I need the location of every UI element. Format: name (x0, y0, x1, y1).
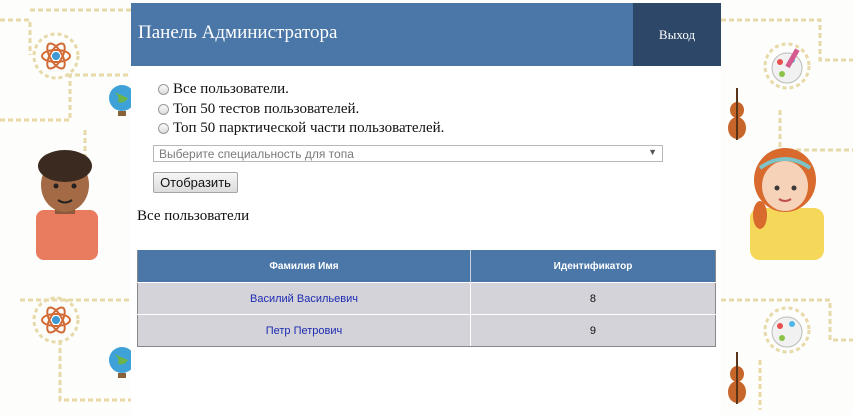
violin-icon-bottom (728, 352, 746, 404)
radio-top-practical[interactable]: Топ 50 парктической части пользователей. (158, 119, 444, 139)
table-header-row: Фамилия Имя Идентификатор (137, 250, 716, 283)
atom-icon-bottom (32, 296, 80, 344)
column-header-id[interactable]: Идентификатор (470, 250, 716, 283)
section-title: Все пользователи (137, 208, 250, 224)
specialty-select[interactable]: Выберите специальность для топа ▼ (153, 145, 663, 162)
violin-icon (728, 88, 746, 140)
radio-label: Все пользователи. (173, 81, 289, 98)
radio-button[interactable] (158, 123, 169, 135)
admin-header: Панель Администратора Выход (131, 3, 721, 66)
radio-label: Топ 50 парктической части пользователей. (173, 120, 445, 137)
user-name-link[interactable]: Василий Васильевич (137, 282, 471, 315)
boy-illustration (36, 150, 98, 260)
page-title: Панель Администратора (138, 22, 338, 43)
palette-icon-bottom (763, 306, 811, 354)
table-row: Петр Петрович 9 (137, 314, 716, 347)
user-id-cell: 8 (470, 282, 716, 315)
radio-label: Топ 50 тестов пользователей. (173, 100, 360, 117)
users-table: Фамилия Имя Идентификатор Василий Василь… (137, 250, 716, 347)
column-header-name[interactable]: Фамилия Имя (137, 250, 471, 283)
show-button[interactable]: Отобразить (153, 172, 238, 193)
filter-radio-group: Все пользователи. Топ 50 тестов пользова… (158, 80, 444, 139)
logout-button[interactable]: Выход (633, 3, 721, 66)
select-placeholder: Выберите специальность для топа (159, 146, 354, 161)
girl-illustration (750, 148, 824, 260)
user-id-cell: 9 (470, 314, 716, 347)
radio-top-tests[interactable]: Топ 50 тестов пользователей. (158, 100, 444, 120)
radio-button[interactable] (158, 84, 169, 96)
radio-all-users[interactable]: Все пользователи. (158, 80, 444, 100)
table-row: Василий Васильевич 8 (137, 282, 716, 315)
user-name-link[interactable]: Петр Петрович (137, 314, 471, 347)
radio-button[interactable] (158, 103, 169, 115)
dropdown-arrow-icon: ▼ (648, 147, 657, 157)
atom-icon (32, 32, 80, 80)
palette-icon (763, 42, 811, 90)
